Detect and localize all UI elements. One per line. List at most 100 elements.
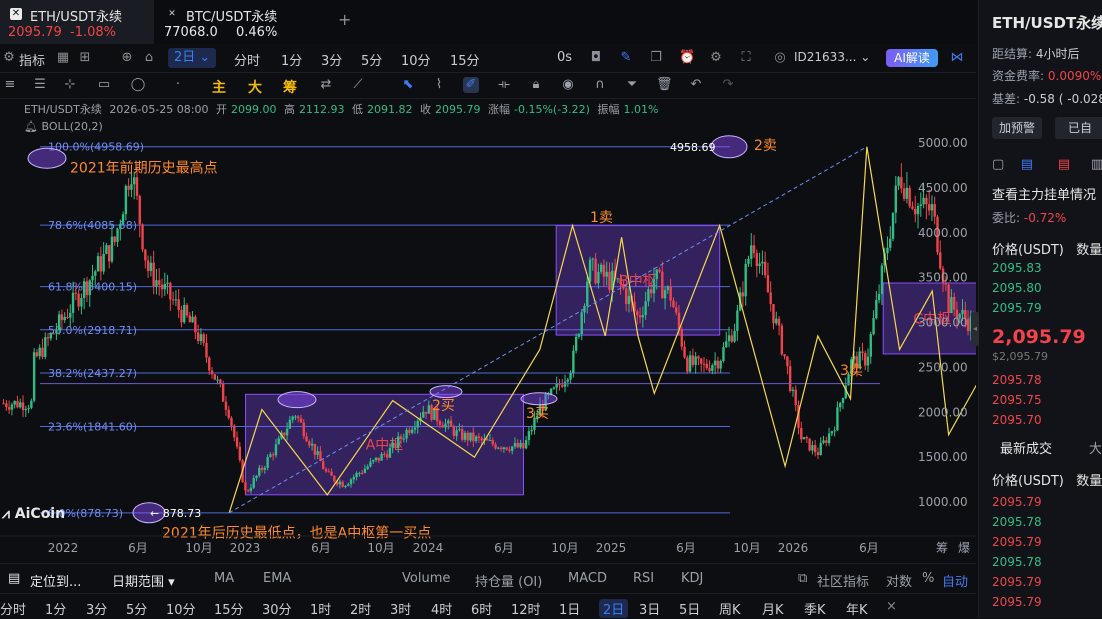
grid-icon[interactable]: ▦ xyxy=(56,51,70,65)
bell-icon[interactable]: 🔔︎ xyxy=(24,120,38,133)
large-trades-tab[interactable]: 大 xyxy=(1089,438,1102,457)
auto-button[interactable]: 已自 xyxy=(1055,117,1102,139)
replay-speed[interactable]: 0s xyxy=(557,50,572,65)
chat-icon[interactable]: ▢ xyxy=(992,157,1004,172)
tab-btc[interactable]: ✕ BTC/USDT永续 77068.0 0.46% xyxy=(156,0,310,44)
calendar-icon[interactable]: ▤ xyxy=(8,571,20,586)
close-icon[interactable]: ✕ xyxy=(166,8,178,20)
ema-button[interactable]: EMA xyxy=(263,571,291,586)
interval-3[interactable]: 5分 xyxy=(126,599,147,618)
interval-19[interactable]: 季K xyxy=(804,599,826,618)
interval-button[interactable]: 10分 xyxy=(401,50,431,69)
interval-20[interactable]: 年K xyxy=(846,599,868,618)
interval-button[interactable]: 5分 xyxy=(361,50,382,69)
bid-price[interactable]: 2095.70 xyxy=(992,413,1042,427)
main-force-button[interactable]: 主 xyxy=(212,77,226,97)
list-icon[interactable]: ☰ xyxy=(32,77,48,93)
interval-7[interactable]: 1时 xyxy=(310,599,331,618)
depth-icon[interactable]: ▤ xyxy=(1058,157,1070,172)
interval-17[interactable]: 周K xyxy=(719,599,741,618)
template-icon[interactable]: ⊞ xyxy=(78,51,92,65)
interval-10[interactable]: 4时 xyxy=(431,599,452,618)
compare-icon[interactable]: ⊕ xyxy=(120,51,134,65)
latest-trades-tab[interactable]: 最新成交 xyxy=(1000,438,1052,457)
compare-icon[interactable]: ⇄ xyxy=(318,77,334,93)
magnet-icon[interactable]: ∩ xyxy=(592,77,608,93)
add-tab-button[interactable]: + xyxy=(338,10,351,29)
interval-2[interactable]: 3分 xyxy=(86,599,107,618)
fullscreen-icon[interactable]: ⛶ xyxy=(739,51,753,65)
bid-price[interactable]: 2095.75 xyxy=(992,393,1042,407)
measure-icon[interactable]: ⟛ xyxy=(496,77,512,93)
watch-main-orders-link[interactable]: 查看主力挂单情况 xyxy=(992,184,1096,203)
kdj-button[interactable]: KDJ xyxy=(681,571,703,586)
interval-18[interactable]: 月K xyxy=(762,599,784,618)
interval-button[interactable]: 15分 xyxy=(450,50,480,69)
pen-icon[interactable]: ✎ xyxy=(619,51,633,65)
close-icon[interactable]: × xyxy=(886,599,897,614)
undo-icon[interactable]: ↶ xyxy=(688,77,704,93)
interval-button[interactable]: 分时 xyxy=(234,50,260,69)
alarm-icon[interactable]: ⏰ xyxy=(679,51,695,65)
log-scale-button[interactable]: 对数 xyxy=(886,571,912,590)
interval-0[interactable]: 分时 xyxy=(0,599,26,618)
rectangle-icon[interactable]: ▭ xyxy=(96,77,112,93)
macd-button[interactable]: MACD xyxy=(568,571,607,586)
redo-icon[interactable]: ↷ xyxy=(720,77,736,93)
ask-price[interactable]: 2095.79 xyxy=(992,301,1042,315)
bid-price[interactable]: 2095.78 xyxy=(992,373,1042,387)
interval-6[interactable]: 30分 xyxy=(262,599,292,618)
dot-icon[interactable]: · xyxy=(170,77,186,93)
eye-icon[interactable]: ◉ xyxy=(560,77,576,93)
filter-icon[interactable]: ⏷ xyxy=(624,77,640,93)
interval-9[interactable]: 3时 xyxy=(390,599,411,618)
draw-line-icon[interactable]: ✐ xyxy=(463,77,479,93)
cursor-icon[interactable]: ⬉ xyxy=(400,77,416,93)
oi-button[interactable]: 持仓量 (OI) xyxy=(475,571,542,590)
shape-icon[interactable]: ⌂ xyxy=(142,51,156,65)
tab-eth[interactable]: ✕ ETH/USDT永续 2095.79 -1.08% xyxy=(0,0,154,44)
interval-15[interactable]: 3日 xyxy=(639,599,660,618)
chip-button[interactable]: 筹 xyxy=(283,77,297,97)
interval-14[interactable]: 2日 xyxy=(599,599,629,618)
interval-button[interactable]: 3分 xyxy=(321,50,342,69)
interval-13[interactable]: 1日 xyxy=(559,599,580,618)
trash-icon[interactable]: 🗑︎ xyxy=(656,77,673,93)
interval-4[interactable]: 10分 xyxy=(166,599,196,618)
ellipse-icon[interactable]: ◯ xyxy=(130,77,146,93)
menu-icon[interactable]: ≡ xyxy=(2,77,18,93)
auto-scale-button[interactable]: 自动 xyxy=(942,571,968,590)
interval-16[interactable]: 5日 xyxy=(679,599,700,618)
ask-price[interactable]: 2095.83 xyxy=(992,261,1042,275)
community-indicators-button[interactable]: 社区指标 xyxy=(817,571,869,590)
settings-icon[interactable]: ⚙ xyxy=(2,51,16,65)
gear-icon[interactable]: ⚙ xyxy=(709,51,723,65)
volume-button[interactable]: Volume xyxy=(402,571,450,586)
signal-icon[interactable]: ⟋ xyxy=(350,77,366,93)
line-icon[interactable]: ⊹ xyxy=(62,77,78,93)
interval-1[interactable]: 1分 xyxy=(45,599,66,618)
copy-icon[interactable]: ❐ xyxy=(649,51,663,65)
ai-analysis-button[interactable]: AI解读 xyxy=(886,49,938,67)
trades-icon[interactable]: ▥ xyxy=(1091,157,1102,172)
interval-5[interactable]: 15分 xyxy=(214,599,244,618)
book-icon[interactable]: ▤ xyxy=(1021,157,1033,172)
rsi-button[interactable]: RSI xyxy=(633,571,654,586)
interval-8[interactable]: 2时 xyxy=(350,599,371,618)
interval-12[interactable]: 12时 xyxy=(511,599,541,618)
big-order-button[interactable]: 大 xyxy=(248,77,262,97)
account-select[interactable]: ID21633... ⌄ xyxy=(794,50,870,64)
user-icon[interactable]: ◎ xyxy=(773,51,787,65)
interval-button[interactable]: 1分 xyxy=(281,50,302,69)
interval-select[interactable]: 2日 ⌄ xyxy=(168,48,217,68)
panel-collapse-handle[interactable]: ◂ xyxy=(971,312,979,346)
community-icon[interactable]: ⧉ xyxy=(798,571,807,586)
price-chart[interactable]: 100.0%(4958.69)78.6%(4085.58)61.8%(3400.… xyxy=(0,98,976,560)
indicator-button[interactable]: 指标 xyxy=(19,50,45,69)
camera-icon[interactable]: ◘ xyxy=(589,51,603,65)
close-icon[interactable]: ✕ xyxy=(10,8,22,20)
percent-scale-button[interactable]: % xyxy=(922,571,934,586)
lock-icon[interactable]: 🔒︎ xyxy=(528,77,544,93)
date-range-button[interactable]: 日期范围 ▾ xyxy=(112,571,175,590)
add-alert-button[interactable]: 加预警 xyxy=(992,117,1042,139)
